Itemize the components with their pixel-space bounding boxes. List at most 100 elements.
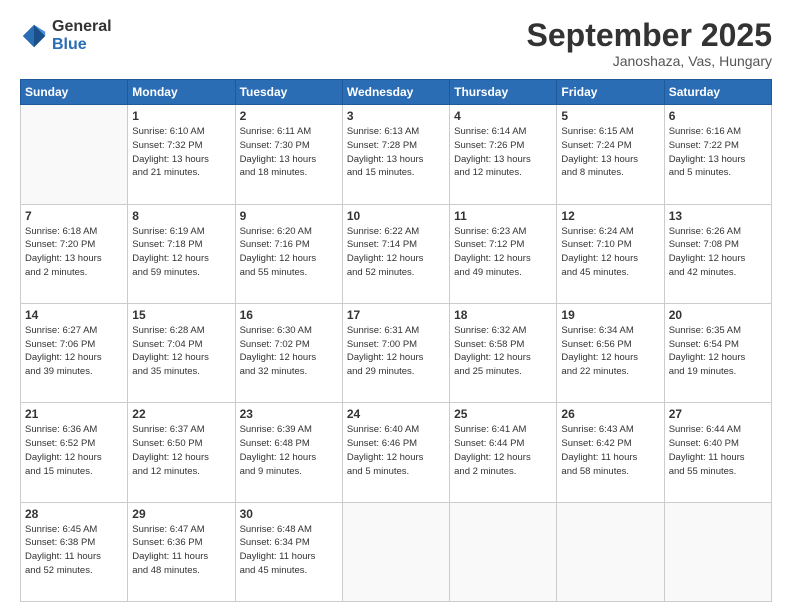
calendar-cell: 2 Sunrise: 6:11 AM Sunset: 7:30 PM Daylig… [235, 105, 342, 204]
calendar-cell: 15 Sunrise: 6:28 AM Sunset: 7:04 PM Dayli… [128, 303, 235, 402]
day-info: Sunrise: 6:20 AM Sunset: 7:16 PM Dayligh… [240, 225, 338, 280]
day-info: Sunrise: 6:31 AM Sunset: 7:00 PM Dayligh… [347, 324, 445, 379]
calendar-cell [21, 105, 128, 204]
month-title: September 2025 [527, 18, 772, 53]
day-info: Sunrise: 6:19 AM Sunset: 7:18 PM Dayligh… [132, 225, 230, 280]
day-number: 30 [240, 507, 338, 521]
day-number: 27 [669, 407, 767, 421]
calendar-cell: 19Sunrise: 6:34 AM Sunset: 6:56 PM Dayli… [557, 303, 664, 402]
day-number: 25 [454, 407, 552, 421]
day-info: Sunrise: 6:47 AM Sunset: 6:36 PM Dayligh… [132, 523, 230, 578]
calendar-cell: 21Sunrise: 6:36 AM Sunset: 6:52 PM Dayli… [21, 403, 128, 502]
calendar-cell: 30 Sunrise: 6:48 AM Sunset: 6:34 PM Dayli… [235, 502, 342, 601]
day-number: 13 [669, 209, 767, 223]
calendar-cell: 23 Sunrise: 6:39 AM Sunset: 6:48 PM Dayli… [235, 403, 342, 502]
calendar-cell: 3Sunrise: 6:13 AM Sunset: 7:28 PM Daylig… [342, 105, 449, 204]
calendar-week-row: 14 Sunrise: 6:27 AM Sunset: 7:06 PM Dayli… [21, 303, 772, 402]
day-info: Sunrise: 6:15 AM Sunset: 7:24 PM Dayligh… [561, 125, 659, 180]
location-subtitle: Janoshaza, Vas, Hungary [527, 53, 772, 69]
calendar-cell: 24 Sunrise: 6:40 AM Sunset: 6:46 PM Dayli… [342, 403, 449, 502]
day-number: 11 [454, 209, 552, 223]
weekday-header: Tuesday [235, 80, 342, 105]
calendar-body: 1 Sunrise: 6:10 AM Sunset: 7:32 PM Daylig… [21, 105, 772, 602]
calendar-table: SundayMondayTuesdayWednesdayThursdayFrid… [20, 79, 772, 602]
logo: General Blue [20, 18, 112, 53]
day-info: Sunrise: 6:28 AM Sunset: 7:04 PM Dayligh… [132, 324, 230, 379]
day-number: 19 [561, 308, 659, 322]
day-info: Sunrise: 6:24 AM Sunset: 7:10 PM Dayligh… [561, 225, 659, 280]
weekday-header: Thursday [450, 80, 557, 105]
calendar-cell: 27 Sunrise: 6:44 AM Sunset: 6:40 PM Dayli… [664, 403, 771, 502]
day-info: Sunrise: 6:22 AM Sunset: 7:14 PM Dayligh… [347, 225, 445, 280]
day-number: 4 [454, 109, 552, 123]
day-number: 18 [454, 308, 552, 322]
logo-text: General Blue [52, 18, 112, 53]
calendar-cell: 4 Sunrise: 6:14 AM Sunset: 7:26 PM Daylig… [450, 105, 557, 204]
logo-icon [20, 22, 48, 50]
day-number: 5 [561, 109, 659, 123]
calendar-week-row: 1 Sunrise: 6:10 AM Sunset: 7:32 PM Daylig… [21, 105, 772, 204]
day-info: Sunrise: 6:45 AM Sunset: 6:38 PM Dayligh… [25, 523, 123, 578]
day-number: 17 [347, 308, 445, 322]
calendar-cell: 5 Sunrise: 6:15 AM Sunset: 7:24 PM Daylig… [557, 105, 664, 204]
weekday-header: Monday [128, 80, 235, 105]
calendar-cell: 25 Sunrise: 6:41 AM Sunset: 6:44 PM Dayli… [450, 403, 557, 502]
calendar-cell: 28 Sunrise: 6:45 AM Sunset: 6:38 PM Dayli… [21, 502, 128, 601]
day-number: 10 [347, 209, 445, 223]
day-info: Sunrise: 6:26 AM Sunset: 7:08 PM Dayligh… [669, 225, 767, 280]
calendar-cell: 18 Sunrise: 6:32 AM Sunset: 6:58 PM Dayli… [450, 303, 557, 402]
weekday-header: Saturday [664, 80, 771, 105]
calendar-cell: 14 Sunrise: 6:27 AM Sunset: 7:06 PM Dayli… [21, 303, 128, 402]
header: General Blue September 2025 Janoshaza, V… [20, 18, 772, 69]
calendar-week-row: 7 Sunrise: 6:18 AM Sunset: 7:20 PM Daylig… [21, 204, 772, 303]
day-info: Sunrise: 6:27 AM Sunset: 7:06 PM Dayligh… [25, 324, 123, 379]
day-number: 2 [240, 109, 338, 123]
calendar-cell: 8 Sunrise: 6:19 AM Sunset: 7:18 PM Daylig… [128, 204, 235, 303]
day-info: Sunrise: 6:48 AM Sunset: 6:34 PM Dayligh… [240, 523, 338, 578]
day-number: 23 [240, 407, 338, 421]
day-info: Sunrise: 6:18 AM Sunset: 7:20 PM Dayligh… [25, 225, 123, 280]
day-number: 16 [240, 308, 338, 322]
day-number: 3 [347, 109, 445, 123]
weekday-header: Sunday [21, 80, 128, 105]
calendar-cell: 9 Sunrise: 6:20 AM Sunset: 7:16 PM Daylig… [235, 204, 342, 303]
page: General Blue September 2025 Janoshaza, V… [0, 0, 792, 612]
day-info: Sunrise: 6:43 AM Sunset: 6:42 PM Dayligh… [561, 423, 659, 478]
calendar-cell: 17 Sunrise: 6:31 AM Sunset: 7:00 PM Dayli… [342, 303, 449, 402]
day-info: Sunrise: 6:10 AM Sunset: 7:32 PM Dayligh… [132, 125, 230, 180]
day-number: 1 [132, 109, 230, 123]
day-info: Sunrise: 6:11 AM Sunset: 7:30 PM Dayligh… [240, 125, 338, 180]
calendar-cell [342, 502, 449, 601]
day-info: Sunrise: 6:16 AM Sunset: 7:22 PM Dayligh… [669, 125, 767, 180]
day-number: 12 [561, 209, 659, 223]
calendar-week-row: 21Sunrise: 6:36 AM Sunset: 6:52 PM Dayli… [21, 403, 772, 502]
calendar-cell: 1 Sunrise: 6:10 AM Sunset: 7:32 PM Daylig… [128, 105, 235, 204]
day-info: Sunrise: 6:39 AM Sunset: 6:48 PM Dayligh… [240, 423, 338, 478]
day-number: 28 [25, 507, 123, 521]
day-info: Sunrise: 6:32 AM Sunset: 6:58 PM Dayligh… [454, 324, 552, 379]
day-info: Sunrise: 6:44 AM Sunset: 6:40 PM Dayligh… [669, 423, 767, 478]
day-number: 9 [240, 209, 338, 223]
day-info: Sunrise: 6:35 AM Sunset: 6:54 PM Dayligh… [669, 324, 767, 379]
calendar-cell: 6Sunrise: 6:16 AM Sunset: 7:22 PM Daylig… [664, 105, 771, 204]
day-info: Sunrise: 6:36 AM Sunset: 6:52 PM Dayligh… [25, 423, 123, 478]
day-number: 15 [132, 308, 230, 322]
calendar-cell: 10 Sunrise: 6:22 AM Sunset: 7:14 PM Dayli… [342, 204, 449, 303]
title-block: September 2025 Janoshaza, Vas, Hungary [527, 18, 772, 69]
day-number: 26 [561, 407, 659, 421]
calendar-cell: 7 Sunrise: 6:18 AM Sunset: 7:20 PM Daylig… [21, 204, 128, 303]
day-info: Sunrise: 6:40 AM Sunset: 6:46 PM Dayligh… [347, 423, 445, 478]
calendar-cell: 20Sunrise: 6:35 AM Sunset: 6:54 PM Dayli… [664, 303, 771, 402]
day-info: Sunrise: 6:30 AM Sunset: 7:02 PM Dayligh… [240, 324, 338, 379]
weekday-header: Wednesday [342, 80, 449, 105]
day-number: 8 [132, 209, 230, 223]
day-info: Sunrise: 6:41 AM Sunset: 6:44 PM Dayligh… [454, 423, 552, 478]
day-number: 24 [347, 407, 445, 421]
calendar-cell: 11Sunrise: 6:23 AM Sunset: 7:12 PM Dayli… [450, 204, 557, 303]
day-number: 7 [25, 209, 123, 223]
logo-general: General [52, 18, 112, 36]
day-info: Sunrise: 6:14 AM Sunset: 7:26 PM Dayligh… [454, 125, 552, 180]
calendar-cell [664, 502, 771, 601]
calendar-cell: 16 Sunrise: 6:30 AM Sunset: 7:02 PM Dayli… [235, 303, 342, 402]
day-number: 14 [25, 308, 123, 322]
